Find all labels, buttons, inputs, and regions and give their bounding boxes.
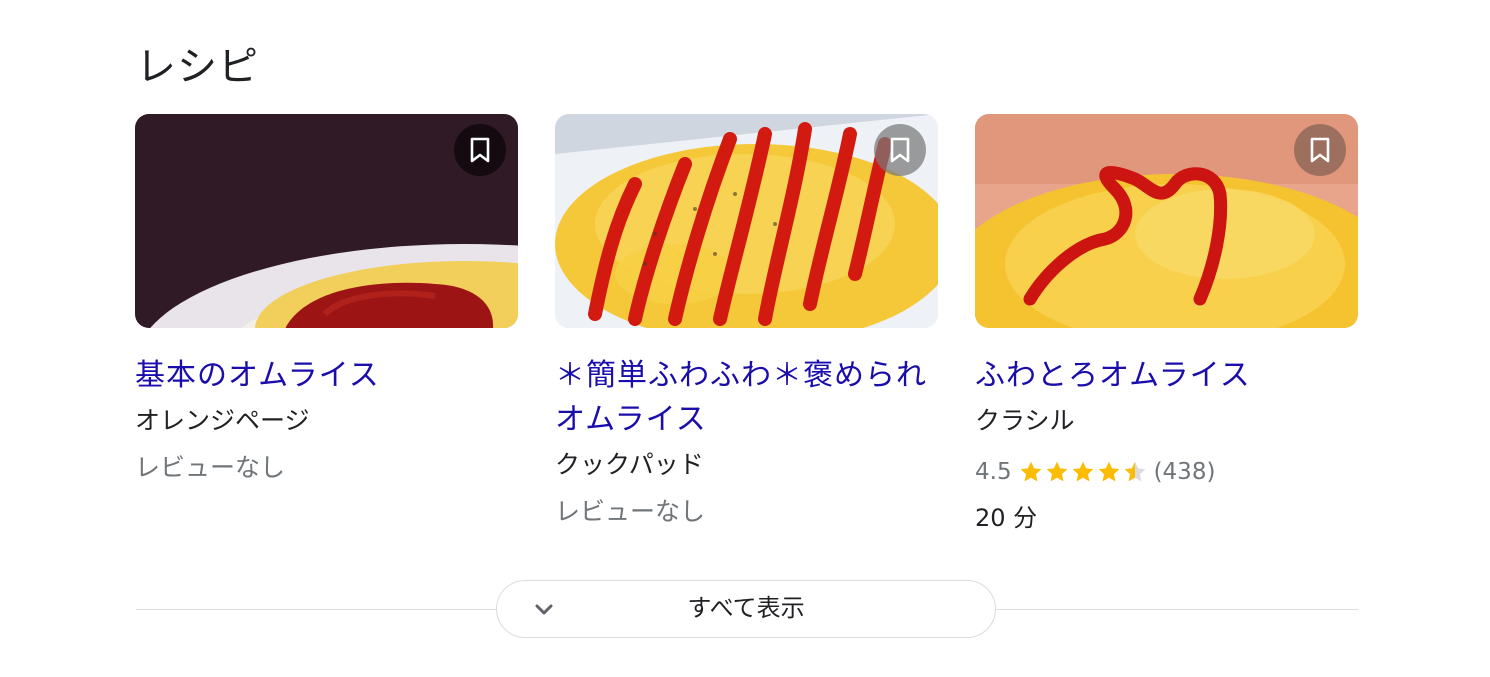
recipe-card[interactable]: ＊簡単ふわふわ＊褒められオムライス クックパッド レビューなし — [555, 114, 938, 532]
recipe-review-status: レビューなし — [135, 453, 286, 482]
cook-time: 20 分 — [975, 504, 1038, 532]
bookmark-icon — [890, 137, 910, 163]
star-icon — [1046, 461, 1067, 482]
bookmark-button[interactable] — [1294, 124, 1346, 176]
bookmark-icon — [470, 137, 490, 163]
star-icon — [1020, 461, 1041, 482]
divider — [996, 609, 1358, 610]
star-rating — [1018, 459, 1148, 485]
rating-row: 4.5 (438) — [975, 455, 1358, 489]
rating-value: 4.5 — [975, 459, 1012, 485]
recipe-card[interactable]: ふわとろオムライス クラシル 4.5 (438) 20 分 — [975, 114, 1358, 535]
show-all-button[interactable]: すべて表示 — [496, 580, 996, 638]
recipe-title[interactable]: ＊簡単ふわふわ＊褒められオムライス — [555, 354, 938, 442]
star-half-icon — [1124, 461, 1145, 482]
recipe-review-status: レビューなし — [555, 497, 706, 526]
star-icon — [1098, 461, 1119, 482]
show-all-label: すべて表示 — [687, 594, 805, 622]
recipe-source: クラシル — [975, 406, 1075, 435]
recipe-source: クックパッド — [555, 450, 704, 479]
review-count: (438) — [1153, 459, 1216, 485]
bookmark-button[interactable] — [454, 124, 506, 176]
recipe-source: オレンジページ — [135, 406, 310, 435]
recipe-card[interactable]: 基本のオムライス オレンジページ レビューなし — [135, 114, 518, 488]
recipe-image[interactable] — [135, 114, 518, 328]
recipe-image[interactable] — [975, 114, 1358, 328]
divider — [136, 609, 497, 610]
recipe-title[interactable]: ふわとろオムライス — [975, 354, 1358, 398]
star-icon — [1072, 461, 1093, 482]
section-title: レシピ — [136, 44, 259, 90]
bookmark-icon — [1310, 137, 1330, 163]
recipe-image[interactable] — [555, 114, 938, 328]
recipe-title[interactable]: 基本のオムライス — [135, 354, 518, 398]
bookmark-button[interactable] — [874, 124, 926, 176]
